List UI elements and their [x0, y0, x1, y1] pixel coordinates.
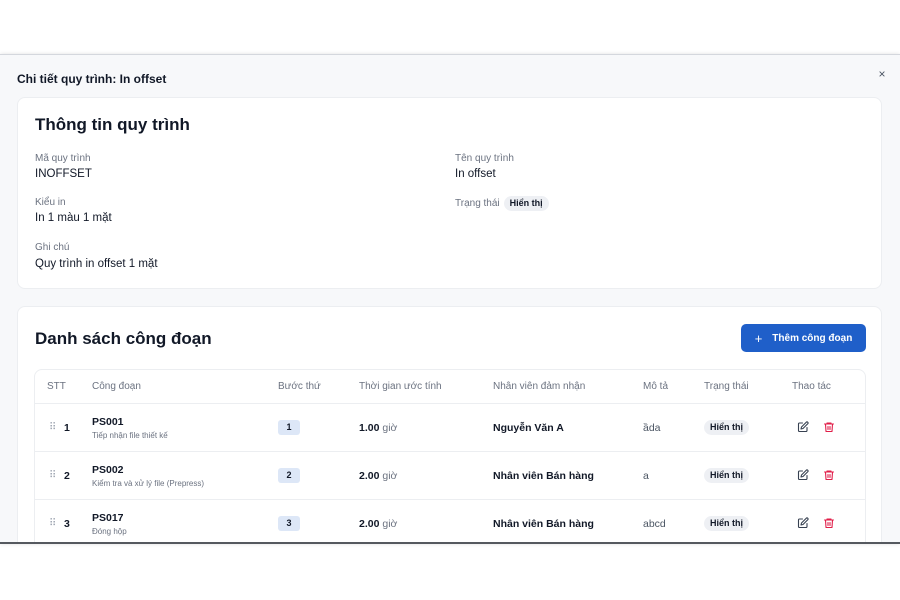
- drag-handle-icon[interactable]: ⠿: [49, 518, 56, 529]
- row-time: 2.00 giờ: [359, 518, 397, 530]
- row-time-value: 1.00: [359, 422, 380, 434]
- table-row[interactable]: ⠿ 2 PS002 Kiểm tra và xử lý file (Prepre…: [35, 452, 865, 500]
- row-time: 1.00 giờ: [359, 422, 397, 434]
- row-staff: Nguyễn Văn A: [493, 422, 564, 434]
- info-card-title: Thông tin quy trình: [35, 115, 190, 134]
- table-row[interactable]: ⠿ 1 PS001 Tiếp nhận file thiết kế 1 1.00…: [35, 404, 865, 452]
- row-staff: Nhân viên Bán hàng: [493, 470, 594, 482]
- row-stage-code: PS017: [92, 512, 124, 524]
- status-field: Trạng thái Hiển thị: [455, 196, 549, 211]
- table-row[interactable]: ⠿ 3 PS017 Đóng hộp 3 2.00 giờ Nhân viên …: [35, 500, 865, 542]
- trash-icon[interactable]: [823, 420, 835, 433]
- list-card-title: Danh sách công đoạn: [35, 329, 212, 348]
- add-stage-button-label: Thêm công đoạn: [772, 332, 853, 344]
- process-detail-dialog: Chi tiết quy trình: In offset × Thông ti…: [0, 54, 900, 544]
- row-description: ầda: [643, 422, 661, 434]
- column-header-staff: Nhân viên đảm nhận: [493, 381, 586, 392]
- status-label: Trạng thái: [455, 198, 500, 209]
- edit-icon[interactable]: [797, 516, 809, 529]
- stage-list-card: Danh sách công đoạn + Thêm công đoạn STT…: [17, 306, 882, 542]
- name-label: Tên quy trình: [455, 153, 514, 164]
- edit-icon[interactable]: [797, 420, 809, 433]
- row-stage-code: PS001: [92, 416, 124, 428]
- row-step-badge: 1: [278, 420, 300, 435]
- row-description: abcd: [643, 518, 666, 530]
- row-stage-name: Tiếp nhận file thiết kế: [92, 431, 168, 440]
- trash-icon[interactable]: [823, 468, 835, 481]
- stage-table: STT Công đoạn Bước thứ Thời gian ước tín…: [34, 369, 866, 542]
- process-info-card: Thông tin quy trình Mã quy trình INOFFSE…: [17, 97, 882, 289]
- row-time-unit: giờ: [382, 518, 398, 530]
- dialog-title: Chi tiết quy trình: In offset: [17, 72, 167, 86]
- row-step-badge: 3: [278, 516, 300, 531]
- row-description: a: [643, 470, 649, 482]
- drag-handle-icon[interactable]: ⠿: [49, 470, 56, 481]
- column-header-status: Trạng thái: [704, 381, 749, 392]
- row-status-badge: Hiển thị: [704, 516, 749, 531]
- plus-icon: +: [754, 330, 763, 346]
- code-label: Mã quy trình: [35, 153, 91, 164]
- row-staff: Nhân viên Bán hàng: [493, 518, 594, 530]
- column-header-stage: Công đoạn: [92, 381, 141, 392]
- row-time-value: 2.00: [359, 518, 380, 530]
- row-time-value: 2.00: [359, 470, 380, 482]
- row-time-unit: giờ: [382, 422, 398, 434]
- drag-handle-icon[interactable]: ⠿: [49, 422, 56, 433]
- code-value: INOFFSET: [35, 168, 92, 180]
- column-header-actions: Thao tác: [792, 381, 831, 392]
- status-badge: Hiển thị: [503, 196, 549, 211]
- type-label: Kiểu in: [35, 197, 66, 208]
- row-time: 2.00 giờ: [359, 470, 397, 482]
- type-value: In 1 màu 1 mặt: [35, 212, 112, 224]
- row-status-badge: Hiển thị: [704, 420, 749, 435]
- row-stage-code: PS002: [92, 464, 124, 476]
- row-stt: 1: [64, 422, 70, 434]
- table-header: STT Công đoạn Bước thứ Thời gian ước tín…: [35, 370, 865, 404]
- edit-icon[interactable]: [797, 468, 809, 481]
- row-stt: 2: [64, 470, 70, 482]
- row-stt: 3: [64, 518, 70, 530]
- column-header-description: Mô tả: [643, 381, 669, 392]
- note-value: Quy trình in offset 1 mặt: [35, 258, 158, 270]
- column-header-stt: STT: [47, 381, 66, 392]
- row-step-badge: 2: [278, 468, 300, 483]
- row-time-unit: giờ: [382, 470, 398, 482]
- column-header-time: Thời gian ước tính: [359, 381, 442, 392]
- note-label: Ghi chú: [35, 242, 70, 253]
- trash-icon[interactable]: [823, 516, 835, 529]
- row-stage-name: Kiểm tra và xử lý file (Prepress): [92, 479, 205, 488]
- row-status-badge: Hiển thị: [704, 468, 749, 483]
- add-stage-button[interactable]: + Thêm công đoạn: [741, 324, 866, 352]
- name-value: In offset: [455, 168, 496, 180]
- row-stage-name: Đóng hộp: [92, 527, 127, 536]
- column-header-step: Bước thứ: [278, 381, 321, 392]
- close-icon[interactable]: ×: [875, 67, 889, 81]
